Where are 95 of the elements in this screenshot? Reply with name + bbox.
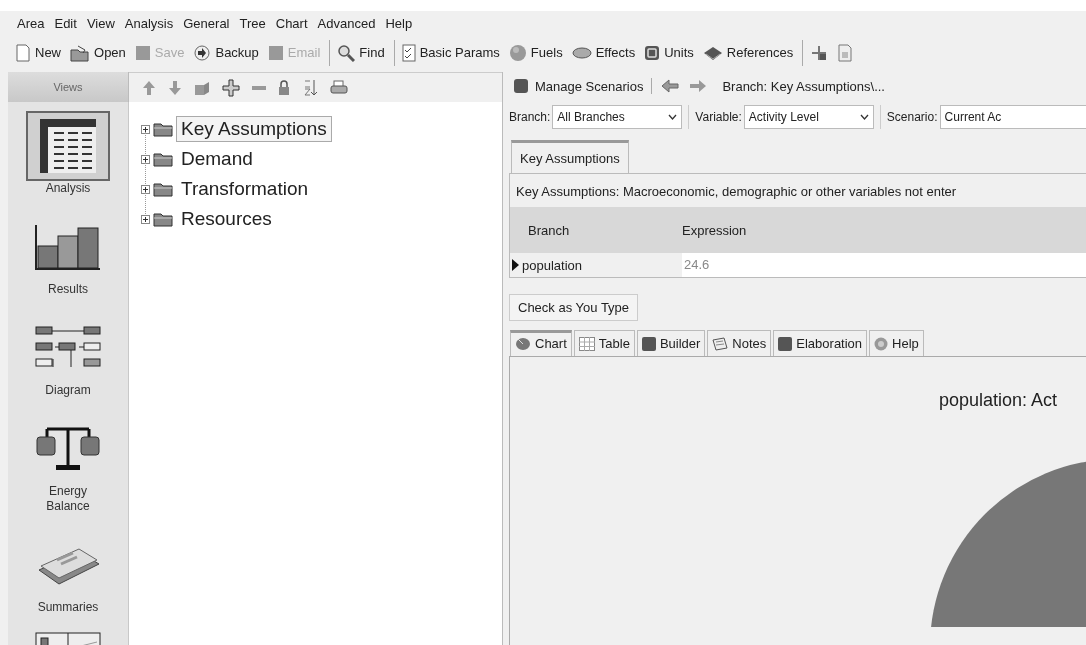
expand-icon[interactable] [141, 154, 150, 164]
checklist-icon [401, 43, 416, 62]
tab[interactable]: Table [573, 330, 635, 356]
bar-chart-icon [35, 224, 101, 270]
lock-icon [278, 79, 290, 96]
menu-item[interactable]: View [81, 16, 120, 31]
menu-item[interactable]: Help [380, 16, 418, 31]
toolbar-button[interactable]: Find [336, 43, 386, 62]
help-icon [874, 336, 889, 351]
toolbar-button[interactable]: Effects [570, 45, 637, 60]
column-header: Branch [527, 222, 571, 238]
page-icon [15, 43, 31, 62]
plus-icon [222, 78, 240, 97]
toolbar-button[interactable] [277, 79, 291, 96]
printer-icon [330, 79, 348, 96]
field-label: Branch: [509, 110, 551, 124]
up-arrow-icon [142, 79, 156, 96]
minus-icon [252, 84, 266, 91]
left-arrow-icon [661, 79, 680, 93]
manage-scenarios-button[interactable]: Manage Scenarios [513, 78, 653, 94]
toolbar-button[interactable]: Open [69, 43, 127, 62]
right-arrow-icon [689, 79, 708, 93]
toolbar-button[interactable] [221, 78, 241, 97]
grid-icon [578, 336, 595, 351]
menu-item[interactable]: Edit [49, 16, 82, 31]
toolbar-button[interactable] [329, 79, 349, 96]
branch-tab[interactable]: Key Assumptions [511, 140, 629, 174]
view-button[interactable]: Energy Balance [18, 413, 118, 515]
chart-title: population: Act [939, 390, 1058, 411]
view-button[interactable]: Analysis [18, 110, 118, 197]
search-icon [337, 43, 356, 62]
menu-item[interactable]: General [178, 16, 235, 31]
check-button[interactable]: Check as You Type [509, 294, 639, 321]
dropdown[interactable]: All Branches [552, 105, 683, 129]
menu-item[interactable]: Analysis [119, 16, 179, 31]
square-icon [134, 44, 151, 61]
dropdown[interactable]: Current Ac [939, 105, 1086, 129]
down-arrow-icon [168, 79, 182, 96]
caret-icon [668, 114, 678, 120]
description-text: Key Assumptions: Macroeconomic, demographic or other variables not enter [515, 183, 958, 201]
tab[interactable]: Help [869, 330, 924, 356]
expand-icon[interactable] [141, 184, 150, 194]
folder-icon [153, 121, 173, 137]
sort-icon [302, 78, 318, 97]
folder-label[interactable]: Key Assumptions [176, 116, 332, 142]
balance-scale-icon [35, 425, 101, 473]
toolbar-button[interactable]: References [701, 44, 795, 61]
tab[interactable]: Builder [636, 330, 706, 356]
view-button[interactable]: Results [18, 211, 118, 298]
folder-label[interactable]: Resources [176, 206, 277, 232]
toolbar-button[interactable] [301, 78, 319, 97]
badge-icon [778, 336, 793, 351]
folder-icon [153, 151, 173, 167]
folder-icon [70, 43, 90, 62]
square-icon [267, 44, 284, 61]
sphere-icon [508, 43, 527, 62]
toolbar-button[interactable]: Backup [192, 43, 260, 62]
folder-label[interactable]: Demand [176, 146, 258, 172]
table-icon [38, 117, 98, 175]
table-cell-text: population [521, 257, 583, 273]
menu-item[interactable]: Advanced [312, 16, 381, 31]
badge-icon [641, 336, 656, 351]
field-label: Scenario: [886, 110, 938, 124]
folder-icon [153, 181, 173, 197]
notepad-icon [712, 336, 729, 351]
badge-icon [644, 44, 661, 61]
badge-icon [513, 78, 529, 94]
menu-item[interactable]: Area [12, 16, 50, 31]
toolbar-button[interactable]: New [14, 43, 62, 62]
column-header: Expression [682, 222, 747, 238]
view-button[interactable]: Summaries [18, 529, 118, 616]
tab[interactable]: Notes [707, 330, 772, 356]
pie-icon [515, 336, 531, 351]
breadcrumb: Branch: Key Assumptions\... [722, 78, 885, 94]
folder-label[interactable]: Transformation [176, 176, 314, 202]
expand-icon[interactable] [141, 214, 150, 224]
toolbar-button[interactable]: Fuels [507, 43, 564, 62]
back-button[interactable] [660, 79, 681, 93]
toolbar-button[interactable]: Units [643, 44, 695, 61]
arrow-circle-icon [193, 43, 212, 62]
ellipse-icon [571, 46, 592, 59]
caret-icon [859, 114, 869, 120]
view-button[interactable]: Diagram [18, 312, 118, 399]
dropdown[interactable]: Activity Level [743, 105, 874, 129]
toolbar-button[interactable]: Basic Params [400, 43, 501, 62]
expand-icon[interactable] [141, 124, 150, 134]
table-cell: 24.6 [682, 253, 1086, 277]
folder-icon [153, 211, 173, 227]
tab[interactable]: Elaboration [773, 330, 868, 356]
menu-item[interactable]: Chart [270, 16, 313, 31]
document-icon [837, 43, 854, 62]
menu-item[interactable]: Tree [234, 16, 271, 31]
field-label: Variable: [695, 110, 742, 124]
tab[interactable]: Chart [510, 330, 572, 356]
views-header: Views [8, 72, 129, 102]
